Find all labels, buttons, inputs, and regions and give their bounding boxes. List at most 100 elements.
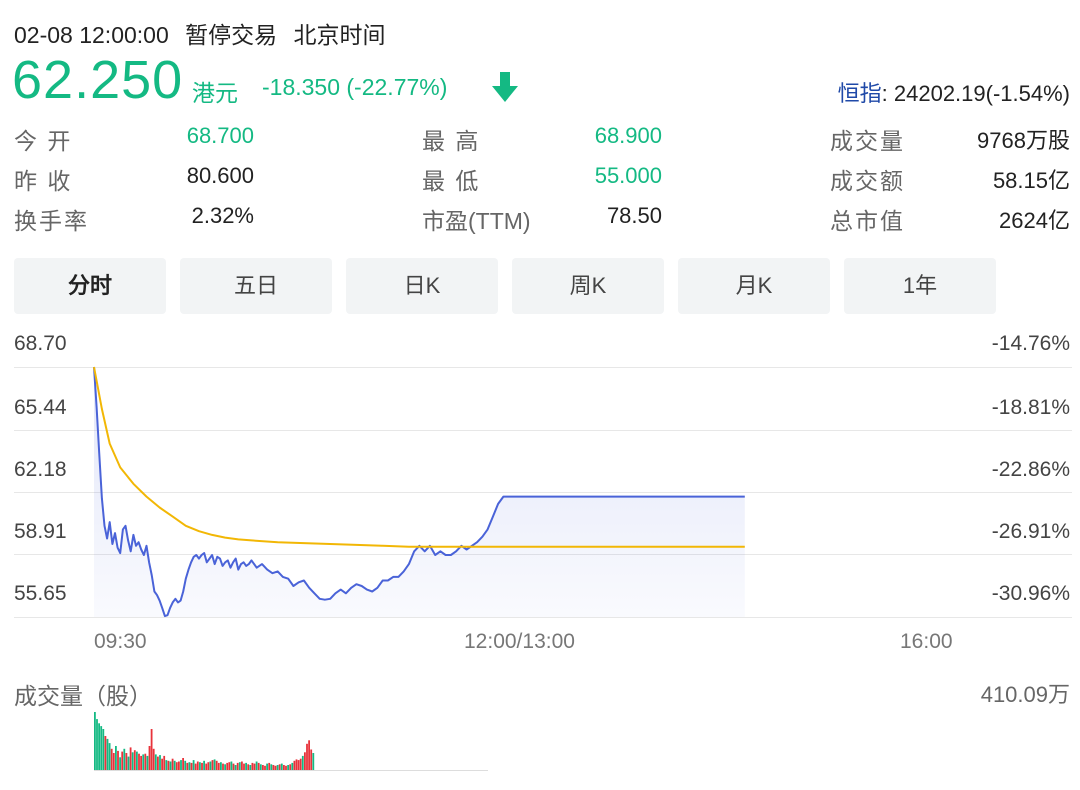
volume-bar [253,763,256,770]
volume-bar [165,760,168,770]
volume-bar [224,764,226,770]
volume-bar [178,761,180,770]
volume-bar [207,762,210,770]
volume-bar [264,765,266,770]
volume-bar [173,760,176,770]
volume-bar [262,765,264,770]
volume-bar [150,729,153,770]
volume-bar [100,726,103,770]
volume-bar [102,729,105,770]
volume-bar [291,762,294,770]
volume-bar [255,761,258,770]
volume-bar [268,762,271,770]
volume-bar [127,756,130,770]
volume-bar [222,763,224,770]
volume-bar [306,743,308,770]
volume-bar [304,752,306,770]
volume-bar [136,751,138,770]
volume-bar [243,763,245,770]
volume-bar [196,761,199,770]
volume-bar [297,760,300,770]
volume-bar [192,760,195,770]
volume-bar [201,762,203,770]
volume-bar [220,762,222,770]
volume-bar [117,750,119,770]
volume-bar [175,762,178,770]
volume-bar [236,762,239,770]
volume-bar [152,748,155,770]
volume-bar [140,755,142,770]
volume-bar [123,748,126,770]
volume-bar [115,746,117,770]
volume-bar [94,712,96,770]
volume-bar [180,760,182,770]
volume-bar [274,765,277,770]
volume-bar [133,750,136,770]
volume-bar [285,765,287,770]
volume-bar [163,755,166,770]
volume-bar [203,760,205,770]
volume-bar [98,723,100,770]
volume-bar [213,759,216,770]
volume-bar [249,765,252,770]
volume-bar [209,761,212,770]
volume-bar [312,753,315,770]
volume-bar [217,762,220,770]
volume-bar [299,758,302,770]
volume-bar [108,743,111,770]
volume-bar [270,764,273,770]
volume-bar [310,749,313,770]
volume-bar [283,765,285,770]
volume-bar [278,764,281,770]
volume-bar [125,753,128,770]
volume-bar [190,762,193,770]
volume-bar [106,738,109,770]
volume-bar [131,752,134,770]
volume-bar [280,763,283,770]
volume-bar [234,765,237,770]
volume-bar [232,763,235,770]
volume-chart[interactable] [0,0,1080,790]
volume-bar [228,762,231,770]
volume-bar [121,751,124,770]
volume-bar [182,758,184,770]
volume-bar [159,755,161,770]
volume-bar [257,762,260,770]
volume-bar [226,762,229,770]
volume-bar [142,754,145,770]
volume-bar [169,761,172,770]
volume-bar [308,740,310,770]
volume-bar [295,759,298,770]
volume-bar [154,754,157,770]
volume-bar [148,746,151,770]
volume-bar [251,762,254,770]
volume-bar [171,758,174,770]
volume-bar [259,764,262,770]
volume-bar [241,761,243,770]
volume-bar [110,748,113,770]
volume-bar [144,753,147,770]
volume-bar [184,760,187,770]
volume-bar [238,762,241,770]
volume-bar [199,762,201,770]
volume-bar [276,765,279,770]
volume-bar [245,762,247,770]
volume-bar [167,760,170,770]
volume-bar [104,736,107,770]
volume-bar [272,765,275,770]
volume-bar [186,762,189,770]
volume-bar [112,753,115,770]
volume-bar [119,757,121,770]
volume-bar [293,760,296,770]
volume-bar [146,755,149,770]
volume-bar [289,764,292,770]
volume-bar [161,758,163,770]
volume-bar [138,753,140,770]
volume-bar [211,760,214,770]
volume-bar [129,747,132,770]
volume-bar [266,763,268,770]
volume-bar [205,763,208,770]
volume-bar [194,763,197,770]
volume-bar [230,761,233,770]
volume-bar [247,764,250,770]
